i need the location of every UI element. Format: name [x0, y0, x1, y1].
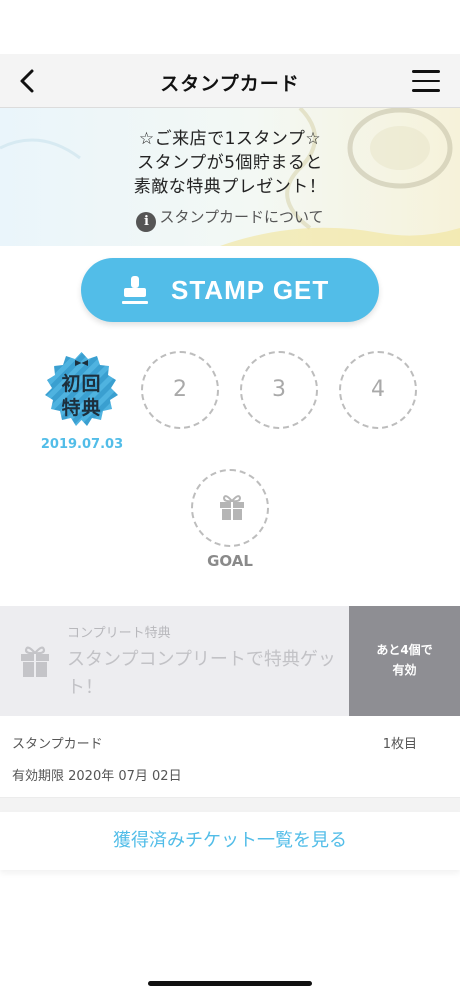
card-info: スタンプカード 1枚目 有効期限 2020年 07月 02日	[0, 716, 460, 798]
status-bar	[0, 0, 460, 54]
home-indicator	[148, 981, 312, 986]
stamp-slot-4: 4	[339, 351, 417, 429]
navigation-bar: スタンプカード	[0, 54, 460, 108]
first-stamp-text-1: 初回	[61, 373, 102, 395]
banner-line-1: ☆ご来店で1スタンプ☆	[138, 129, 322, 149]
complete-reward-title: スタンプコンプリートで特典ゲット！	[67, 649, 336, 698]
page-title: スタンプカード	[160, 73, 300, 95]
banner-line-3: 素敵な特典プレゼント！	[133, 177, 327, 197]
stamp-slot-2: 2	[141, 351, 219, 429]
complete-reward-panel: コンプリート特典 スタンプコンプリートで特典ゲット！ あと4個で 有効	[0, 606, 460, 716]
complete-reward-caption: コンプリート特典	[67, 626, 171, 641]
card-name: スタンプカード	[12, 737, 103, 752]
about-stamp-card-link[interactable]: i スタンプカードについて	[0, 206, 460, 232]
hamburger-menu-icon[interactable]	[412, 70, 440, 92]
first-stamp-text-2: 特典	[61, 397, 102, 419]
first-visit-stamp: 初回 特典	[42, 351, 121, 430]
stamp-slot-3: 3	[240, 351, 318, 429]
first-stamp-date: 2019.07.03	[40, 437, 124, 452]
about-label: スタンプカードについて	[159, 208, 324, 226]
section-divider	[0, 798, 460, 812]
gift-icon	[21, 646, 49, 677]
goal-label: GOAL	[207, 552, 253, 570]
info-icon: i	[136, 212, 157, 232]
gift-icon	[220, 495, 244, 520]
card-count: 1枚目	[382, 737, 417, 752]
info-banner: ☆ご来店で1スタンプ☆ スタンプが5個貯まると 素敵な特典プレゼント！ i スタン…	[0, 108, 460, 246]
banner-line-2: スタンプが5個貯まると	[137, 153, 323, 173]
acquired-tickets-link[interactable]: 獲得済みチケット一覧を見る	[0, 812, 460, 870]
stamp-get-button[interactable]: STAMP GET	[81, 258, 379, 322]
card-expiry: 有効期限 2020年 07月 02日	[12, 769, 182, 784]
stamp-get-label: STAMP GET	[171, 275, 330, 305]
remaining-line-2: 有効	[392, 663, 417, 677]
remaining-line-1: あと4個で	[376, 643, 433, 657]
remaining-stamps-badge: あと4個で 有効	[349, 606, 460, 716]
stamp-icon	[122, 276, 148, 304]
stamp-slot-goal	[191, 469, 269, 547]
